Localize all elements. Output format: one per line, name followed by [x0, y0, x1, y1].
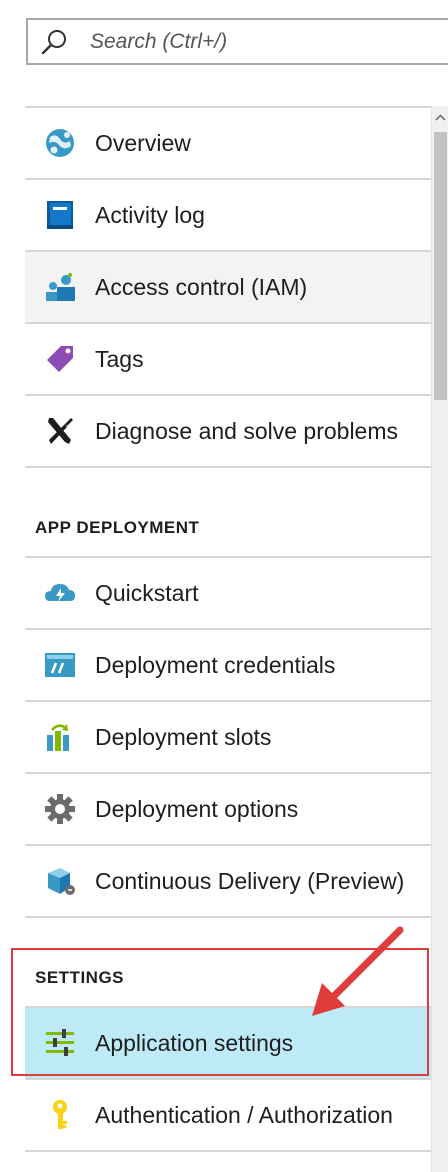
menu-item-deployment-options[interactable]: Deployment options: [25, 772, 431, 844]
menu-item-deployment-credentials[interactable]: Deployment credentials: [25, 628, 431, 700]
menu-item-overview[interactable]: Overview: [25, 106, 431, 178]
users-icon: [44, 271, 76, 303]
menu-item-activity-log[interactable]: Activity log: [25, 178, 431, 250]
menu-item-label: Application settings: [95, 1029, 294, 1056]
menu-item-label: Quickstart: [95, 579, 199, 606]
menu-item-application-settings[interactable]: Application settings: [25, 1006, 431, 1078]
menu-item-label: Deployment slots: [95, 723, 272, 750]
menu-item-tags[interactable]: Tags: [25, 322, 431, 394]
menu-item-quickstart[interactable]: Quickstart: [25, 556, 431, 628]
scroll-up-button[interactable]: [432, 106, 448, 128]
cube-icon: [44, 865, 76, 897]
menu-item-label: Overview: [95, 129, 191, 156]
book-icon: [44, 199, 76, 231]
credentials-icon: [44, 649, 76, 681]
app-service-menu-page: Overview Activity log: [0, 0, 448, 1172]
cloud-icon: [44, 577, 76, 609]
slots-icon: [44, 721, 76, 753]
gear-icon: [44, 793, 76, 825]
menu-divider: [25, 1150, 431, 1152]
section-header-app-deployment: APP DEPLOYMENT: [25, 466, 431, 556]
menu-item-label: Diagnose and solve problems: [95, 417, 399, 444]
menu-item-label: Deployment credentials: [95, 651, 336, 678]
sliders-icon: [44, 1027, 76, 1059]
scrollbar-thumb[interactable]: [434, 132, 447, 400]
vertical-scrollbar[interactable]: [431, 106, 448, 1172]
section-header-settings: SETTINGS: [25, 916, 431, 1006]
tag-icon: [44, 343, 76, 375]
menu-item-label: Deployment options: [95, 795, 299, 822]
menu-item-diagnose[interactable]: Diagnose and solve problems: [25, 394, 431, 466]
menu-item-label: Authentication / Authorization: [95, 1101, 393, 1128]
menu-item-authentication[interactable]: Authentication / Authorization: [25, 1078, 431, 1150]
tools-icon: [44, 415, 76, 447]
menu-item-continuous-delivery[interactable]: Continuous Delivery (Preview): [25, 844, 431, 916]
chevron-up-icon: [435, 113, 446, 121]
search-box[interactable]: [26, 18, 448, 65]
menu-item-deployment-slots[interactable]: Deployment slots: [25, 700, 431, 772]
menu-item-label: Continuous Delivery (Preview): [95, 867, 405, 894]
resource-menu: Overview Activity log Access control (IA…: [25, 106, 431, 1152]
search-input[interactable]: [90, 29, 430, 54]
globe-icon: [44, 127, 76, 159]
menu-item-label: Tags: [95, 345, 144, 372]
menu-item-label: Access control (IAM): [95, 273, 308, 300]
search-icon: [41, 29, 66, 54]
menu-item-access-control[interactable]: Access control (IAM): [25, 250, 431, 322]
key-icon: [44, 1099, 76, 1131]
menu-item-label: Activity log: [95, 201, 205, 228]
